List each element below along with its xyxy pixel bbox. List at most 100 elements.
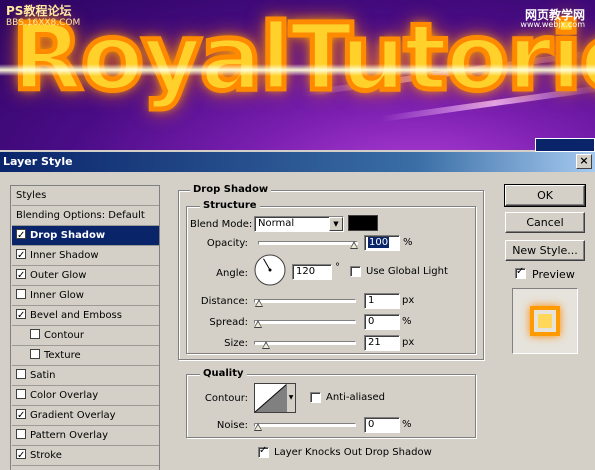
background-window-edge bbox=[535, 138, 595, 152]
shadow-color-swatch[interactable] bbox=[348, 215, 378, 231]
style-item-label: Outer Glow bbox=[30, 270, 87, 281]
style-checkbox[interactable] bbox=[16, 406, 26, 425]
style-item-pattern-overlay[interactable]: Pattern Overlay bbox=[12, 426, 159, 446]
style-checkbox[interactable] bbox=[16, 266, 26, 285]
contour-picker[interactable]: ▼ bbox=[254, 383, 296, 413]
size-input[interactable]: 21 bbox=[364, 335, 400, 351]
style-item-label: Inner Shadow bbox=[30, 250, 99, 261]
size-value: 21 bbox=[368, 337, 381, 348]
noise-unit: % bbox=[402, 419, 412, 430]
style-item-contour[interactable]: Contour bbox=[12, 326, 159, 346]
style-item-inner-shadow[interactable]: Inner Shadow bbox=[12, 246, 159, 266]
style-item-label: Stroke bbox=[30, 450, 62, 461]
spread-input[interactable]: 0 bbox=[364, 314, 400, 330]
style-item-blending-options-default[interactable]: Blending Options: Default bbox=[12, 206, 159, 226]
noise-slider-thumb[interactable] bbox=[254, 423, 262, 431]
noise-slider[interactable] bbox=[254, 423, 356, 427]
style-checkbox[interactable] bbox=[16, 429, 26, 439]
angle-input[interactable]: 120 bbox=[292, 264, 332, 280]
style-item-label: Texture bbox=[44, 350, 81, 361]
size-unit: px bbox=[402, 337, 415, 348]
angle-dial[interactable] bbox=[253, 253, 287, 287]
use-global-light-label[interactable]: Use Global Light bbox=[366, 266, 448, 277]
style-item-label: Pattern Overlay bbox=[30, 430, 109, 441]
preview-label[interactable]: Preview bbox=[532, 268, 575, 281]
opacity-label: Opacity: bbox=[206, 238, 248, 249]
distance-unit: px bbox=[402, 295, 415, 306]
styles-header: Styles bbox=[12, 186, 159, 206]
preview-checkbox[interactable] bbox=[515, 266, 526, 279]
chevron-down-icon: ▼ bbox=[286, 384, 295, 412]
style-checkbox[interactable] bbox=[30, 349, 40, 359]
size-label: Size: bbox=[224, 338, 248, 349]
style-item-label: Contour bbox=[44, 330, 84, 341]
style-item-label: Drop Shadow bbox=[30, 230, 106, 241]
style-checkbox[interactable] bbox=[16, 446, 26, 465]
contour-linear-icon bbox=[255, 384, 287, 412]
noise-label: Noise: bbox=[216, 420, 248, 431]
contour-label: Contour: bbox=[204, 393, 248, 404]
style-item-gradient-overlay[interactable]: Gradient Overlay bbox=[12, 406, 159, 426]
structure-title: Structure bbox=[200, 200, 260, 211]
style-item-texture[interactable]: Texture bbox=[12, 346, 159, 366]
quality-title: Quality bbox=[200, 368, 247, 379]
dialog-titlebar[interactable]: Layer Style bbox=[0, 152, 595, 172]
spread-value: 0 bbox=[368, 316, 375, 327]
blend-mode-select[interactable]: Normal ▼ bbox=[254, 216, 344, 232]
style-item-drop-shadow[interactable]: Drop Shadow bbox=[12, 226, 159, 246]
style-item-label: Bevel and Emboss bbox=[30, 310, 122, 321]
anti-aliased-checkbox[interactable] bbox=[310, 392, 321, 403]
spread-unit: % bbox=[402, 316, 412, 327]
style-checkbox[interactable] bbox=[16, 246, 26, 265]
opacity-slider-thumb[interactable] bbox=[350, 241, 358, 249]
preview-swatch bbox=[530, 306, 560, 336]
distance-input[interactable]: 1 bbox=[364, 293, 400, 309]
layer-knocks-out-label[interactable]: Layer Knocks Out Drop Shadow bbox=[274, 447, 432, 458]
style-checkbox[interactable] bbox=[30, 329, 40, 339]
style-item-stroke[interactable]: Stroke bbox=[12, 446, 159, 466]
style-item-inner-glow[interactable]: Inner Glow bbox=[12, 286, 159, 306]
styles-header-label: Styles bbox=[16, 190, 47, 201]
style-item-color-overlay[interactable]: Color Overlay bbox=[12, 386, 159, 406]
preview-inner bbox=[538, 314, 552, 328]
opacity-value: 100 bbox=[368, 237, 390, 248]
style-item-outer-glow[interactable]: Outer Glow bbox=[12, 266, 159, 286]
style-checkbox[interactable] bbox=[16, 306, 26, 325]
new-style-button[interactable]: New Style... bbox=[505, 240, 585, 261]
style-item-bevel-and-emboss[interactable]: Bevel and Emboss bbox=[12, 306, 159, 326]
style-checkbox[interactable] bbox=[16, 389, 26, 399]
noise-input[interactable]: 0 bbox=[364, 417, 400, 433]
ok-button[interactable]: OK bbox=[504, 184, 586, 207]
style-checkbox[interactable] bbox=[16, 369, 26, 379]
angle-value: 120 bbox=[296, 266, 316, 277]
cancel-button[interactable]: Cancel bbox=[505, 212, 585, 233]
spread-slider[interactable] bbox=[254, 320, 356, 324]
style-checkbox[interactable] bbox=[16, 289, 26, 299]
layer-knocks-out-checkbox[interactable] bbox=[258, 445, 269, 458]
close-icon: × bbox=[579, 154, 589, 167]
banner-shine bbox=[0, 64, 595, 76]
styles-list: Styles Blending Options: Default Drop Sha… bbox=[10, 185, 160, 470]
noise-value: 0 bbox=[368, 419, 375, 430]
watermark-right-sub: www.webjx.com bbox=[520, 20, 585, 29]
watermark-left: PS教程论坛 bbox=[6, 4, 72, 18]
preview-thumbnail bbox=[512, 288, 578, 354]
watermark-left-sub: BBS.16XX8.COM bbox=[6, 18, 81, 28]
close-button[interactable]: × bbox=[576, 154, 592, 169]
distance-slider[interactable] bbox=[254, 299, 356, 303]
opacity-slider[interactable] bbox=[258, 241, 358, 245]
dialog-title: Layer Style bbox=[3, 155, 73, 168]
chevron-down-icon: ▼ bbox=[329, 217, 343, 231]
distance-slider-thumb[interactable] bbox=[254, 299, 263, 307]
blend-mode-value: Normal bbox=[258, 218, 295, 229]
spread-slider-thumb[interactable] bbox=[254, 320, 262, 328]
angle-label: Angle: bbox=[216, 268, 248, 279]
opacity-input[interactable]: 100 bbox=[364, 235, 400, 251]
anti-aliased-label[interactable]: Anti-aliased bbox=[326, 392, 385, 403]
banner-title: RoyalTutoric bbox=[9, 2, 595, 114]
style-checkbox[interactable] bbox=[16, 226, 26, 245]
use-global-light-checkbox[interactable] bbox=[350, 266, 361, 277]
style-item-satin[interactable]: Satin bbox=[12, 366, 159, 386]
size-slider-thumb[interactable] bbox=[261, 341, 270, 349]
blend-mode-label: Blend Mode: bbox=[190, 219, 253, 230]
